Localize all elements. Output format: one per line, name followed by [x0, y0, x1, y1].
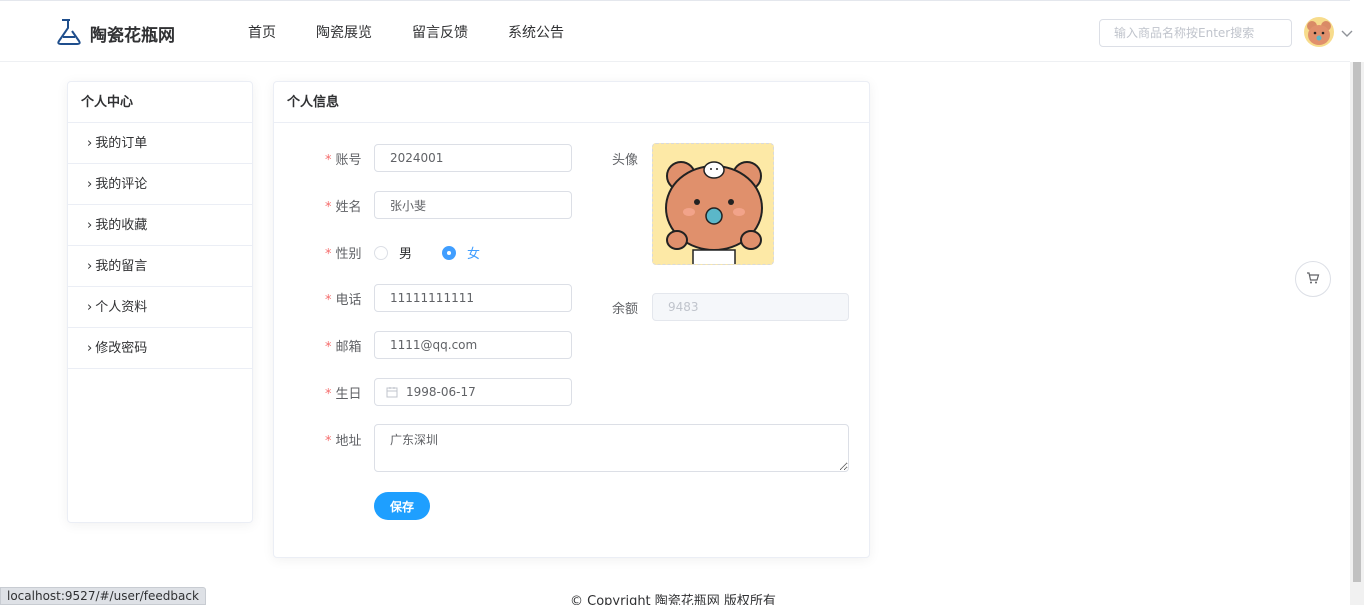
required-mark: * [325, 340, 332, 355]
gender-radio-female[interactable]: 女 [442, 243, 480, 262]
nav-item-announcement[interactable]: 系统公告 [508, 22, 564, 42]
radio-circle [374, 245, 388, 260]
footer-copyright: © Copyright 陶瓷花瓶网 版权所有 [570, 594, 776, 605]
user-center-sidebar: 个人中心 › 我的订单 › 我的评论 › 我的收藏 › 我的留言 › 个人资料 › 修改密码 [67, 81, 253, 523]
sidebar-item-favorites[interactable]: › 我的收藏 [68, 205, 252, 246]
sidebar-item-password[interactable]: › 修改密码 [68, 328, 252, 369]
sidebar-item-label: 我的收藏 [95, 218, 148, 233]
name-label: * 姓名 [325, 200, 362, 215]
address-textarea[interactable]: 广东深圳 [374, 424, 849, 472]
sidebar-item-label: 我的评论 [95, 177, 148, 192]
radio-circle-checked [442, 245, 456, 260]
vase-icon [56, 18, 82, 49]
account-field[interactable] [374, 144, 572, 172]
sidebar-item-orders[interactable]: › 我的订单 [68, 123, 252, 164]
save-button[interactable]: 保存 [374, 492, 430, 520]
chevron-right-icon: › [87, 300, 93, 315]
balance-label: 余额 [612, 302, 639, 317]
sidebar-item-messages[interactable]: › 我的留言 [68, 246, 252, 287]
nav-item-exhibition[interactable]: 陶瓷展览 [316, 22, 372, 42]
sidebar-title: 个人中心 [68, 82, 252, 123]
birthday-value: 1998-06-17 [406, 385, 476, 399]
email-field[interactable] [374, 331, 572, 359]
profile-card: 个人信息 *账号 *姓名 *性别 男 女 *电话 *邮箱 *生日 1998-06… [273, 81, 870, 558]
sidebar-item-label: 我的订单 [95, 136, 148, 151]
sidebar-item-profile[interactable]: › 个人资料 [68, 287, 252, 328]
chevron-down-icon[interactable] [1341, 25, 1353, 41]
name-field[interactable] [374, 191, 572, 219]
top-header: 陶瓷花瓶网 首页 陶瓷展览 留言反馈 系统公告 [0, 0, 1353, 62]
account-label: * 账号 [325, 153, 362, 168]
calendar-icon [386, 386, 398, 398]
phone-label: * 电话 [325, 293, 362, 308]
chevron-right-icon: › [87, 177, 93, 192]
nav-item-home[interactable]: 首页 [248, 22, 276, 42]
email-label: * 邮箱 [325, 340, 362, 355]
avatar-upload[interactable] [652, 143, 774, 265]
site-name: 陶瓷花瓶网 [90, 26, 175, 46]
balance-field [652, 293, 849, 321]
gender-radio-male[interactable]: 男 [374, 243, 412, 262]
avatar-label: 头像 [612, 153, 639, 168]
required-mark: * [325, 247, 332, 262]
chevron-right-icon: › [87, 341, 93, 356]
chevron-right-icon: › [87, 218, 93, 233]
bear-avatar-image [665, 161, 763, 264]
sidebar-item-label: 修改密码 [95, 341, 148, 356]
scrollbar-thumb[interactable] [1353, 62, 1361, 582]
required-mark: * [325, 293, 332, 308]
sidebar-item-label: 我的留言 [95, 259, 148, 274]
page-scrollbar[interactable] [1350, 62, 1364, 605]
required-mark: * [325, 200, 332, 215]
required-mark: * [325, 387, 332, 402]
required-mark: * [325, 434, 332, 449]
birthday-label: * 生日 [325, 387, 362, 402]
search-input[interactable] [1099, 19, 1292, 47]
sidebar-item-label: 个人资料 [95, 300, 148, 315]
birthday-date-picker[interactable]: 1998-06-17 [374, 378, 572, 406]
floating-cart-button[interactable] [1295, 261, 1331, 297]
required-mark: * [325, 153, 332, 168]
nav-item-feedback[interactable]: 留言反馈 [412, 22, 468, 42]
site-logo[interactable]: 陶瓷花瓶网 [56, 18, 175, 49]
sidebar-item-comments[interactable]: › 我的评论 [68, 164, 252, 205]
cart-icon [1306, 271, 1320, 288]
card-title: 个人信息 [274, 82, 869, 123]
browser-status-url: localhost:9527/#/user/feedback [0, 587, 206, 605]
chevron-right-icon: › [87, 136, 93, 151]
chevron-right-icon: › [87, 259, 93, 274]
user-avatar[interactable] [1304, 17, 1334, 47]
gender-label: * 性别 [325, 247, 362, 262]
phone-field[interactable] [374, 284, 572, 312]
address-label: * 地址 [325, 434, 362, 449]
main-nav: 首页 陶瓷展览 留言反馈 系统公告 [248, 22, 604, 42]
